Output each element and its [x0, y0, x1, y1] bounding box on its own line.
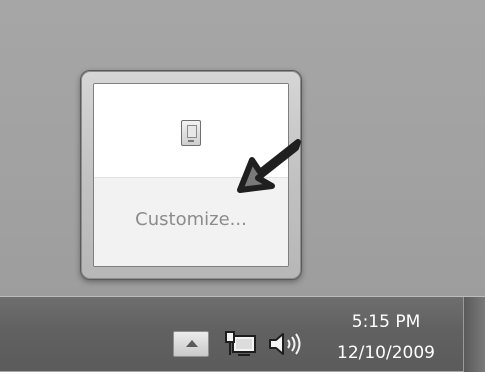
volume-icon[interactable]: [268, 332, 308, 356]
show-hidden-icons-button[interactable]: [173, 331, 209, 357]
customize-link[interactable]: Customize...: [94, 209, 288, 230]
network-icon[interactable]: [224, 330, 258, 358]
clock-time: 5:15 PM: [351, 312, 421, 332]
up-chevron-icon: [186, 340, 198, 347]
clock[interactable]: 5:15 PM 12/10/2009: [322, 310, 450, 368]
removable-device-icon[interactable]: [181, 120, 201, 146]
show-desktop-button[interactable]: [463, 297, 485, 372]
clock-date: 12/10/2009: [337, 343, 435, 363]
pointer-arrow-icon: [237, 139, 301, 193]
taskbar: 5:15 PM 12/10/2009: [0, 296, 485, 372]
